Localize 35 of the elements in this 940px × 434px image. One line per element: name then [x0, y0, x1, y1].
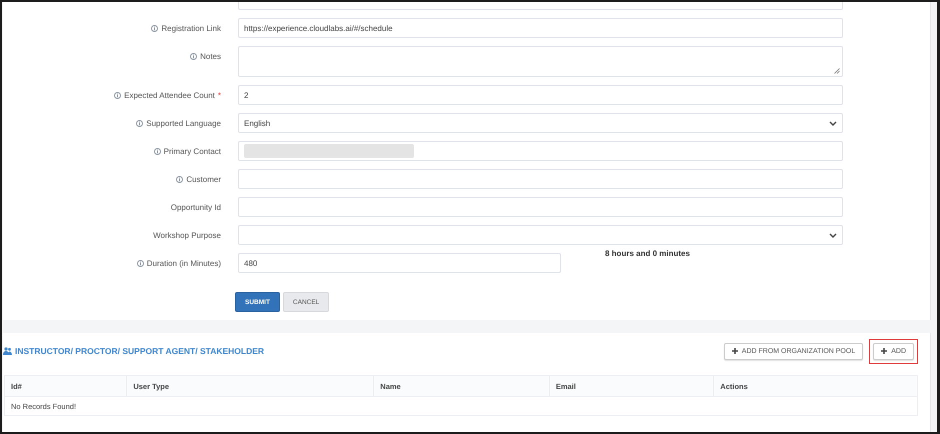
- input-field[interactable]: 480: [238, 253, 561, 273]
- required-asterisk: *: [218, 90, 221, 100]
- info-icon: [136, 120, 144, 126]
- plus-icon: [732, 348, 738, 354]
- textarea-field[interactable]: [238, 46, 843, 77]
- input-field[interactable]: 2: [238, 85, 843, 105]
- section-title: INSTRUCTOR/ PROCTOR/ SUPPORT AGENT/ STAKEHOLDER: [15, 346, 264, 356]
- input-field[interactable]: [238, 2, 843, 10]
- field-label: Opportunity Id: [170, 202, 221, 212]
- info-icon: [154, 148, 161, 154]
- info-icon: [136, 260, 144, 266]
- field-label: Expected Attendee Count: [124, 90, 215, 100]
- input-field[interactable]: [238, 169, 843, 189]
- chevron-down-icon: [829, 120, 837, 126]
- input-field[interactable]: https://experience.cloudlabs.ai/#/schedule: [238, 18, 843, 38]
- info-icon: [114, 92, 122, 98]
- plus-icon: [881, 348, 888, 354]
- input-field[interactable]: [238, 197, 843, 217]
- field-label: Supported Language: [146, 118, 221, 128]
- input-field[interactable]: [238, 141, 843, 161]
- field-label: Customer: [186, 174, 221, 184]
- users-icon: [3, 347, 12, 355]
- duration-text: 8 hours and 0 minutes: [605, 249, 690, 258]
- select-field[interactable]: English: [238, 113, 843, 133]
- info-icon: [176, 176, 184, 182]
- field-label: Workshop Purpose: [153, 230, 221, 240]
- field-label: Notes: [200, 52, 221, 60]
- select-field[interactable]: [238, 225, 843, 245]
- field-label: Primary Contact: [164, 146, 221, 156]
- info-icon: [190, 52, 198, 60]
- field-label: Duration (in Minutes): [146, 258, 221, 268]
- info-icon: [151, 24, 158, 32]
- field-label: Registration Link: [161, 24, 221, 32]
- resize-grip-icon: [834, 68, 840, 74]
- chevron-down-icon: [829, 232, 837, 238]
